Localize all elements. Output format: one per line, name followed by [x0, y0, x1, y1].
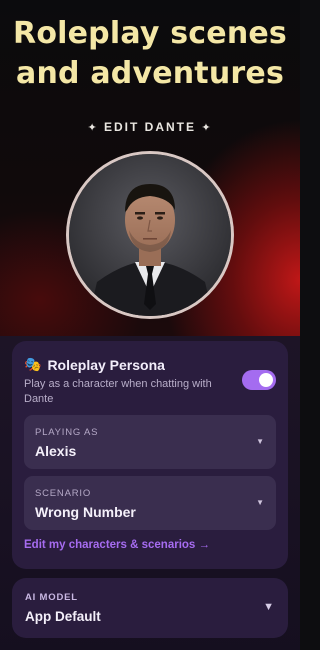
edit-character-button[interactable]: ✦ EDIT DANTE ✦: [0, 120, 300, 134]
chevron-down-icon: ▼: [256, 437, 264, 446]
sparkle-icon: ✦: [87, 122, 99, 134]
roleplay-persona-description: Play as a character when chatting with D…: [24, 378, 212, 405]
scenario-value: Wrong Number: [35, 504, 136, 520]
sparkle-icon: ✦: [201, 122, 213, 134]
edit-character-label: EDIT DANTE: [104, 120, 196, 134]
ai-model-select[interactable]: AI MODEL App Default ▼: [12, 578, 288, 638]
roleplay-persona-title: 🎭 Roleplay Persona: [24, 356, 165, 373]
avatar-portrait-icon: [69, 154, 231, 316]
scenario-label: SCENARIO: [35, 488, 92, 499]
roleplay-persona-toggle[interactable]: [242, 370, 276, 390]
headline-line-1: Roleplay scenes: [13, 16, 287, 51]
playing-as-value: Alexis: [35, 443, 77, 459]
toggle-knob: [259, 373, 273, 387]
ai-model-label: AI MODEL: [25, 592, 78, 603]
playing-as-select[interactable]: PLAYING AS Alexis ▼: [24, 415, 276, 469]
avatar-image: [69, 154, 231, 316]
chevron-down-icon: ▼: [256, 498, 264, 507]
headline: Roleplay scenes and adventures: [0, 14, 300, 94]
ai-model-value: App Default: [25, 609, 101, 624]
chevron-down-icon: ▼: [263, 601, 274, 613]
edit-characters-scenarios-link[interactable]: Edit my characters & scenarios →: [24, 539, 210, 551]
playing-as-label: PLAYING AS: [35, 427, 99, 438]
scenario-select[interactable]: SCENARIO Wrong Number ▼: [24, 476, 276, 530]
avatar[interactable]: [66, 151, 234, 319]
theater-masks-icon: 🎭: [24, 356, 42, 372]
roleplay-persona-label: Roleplay Persona: [47, 356, 165, 373]
headline-line-2: and adventures: [16, 56, 284, 91]
